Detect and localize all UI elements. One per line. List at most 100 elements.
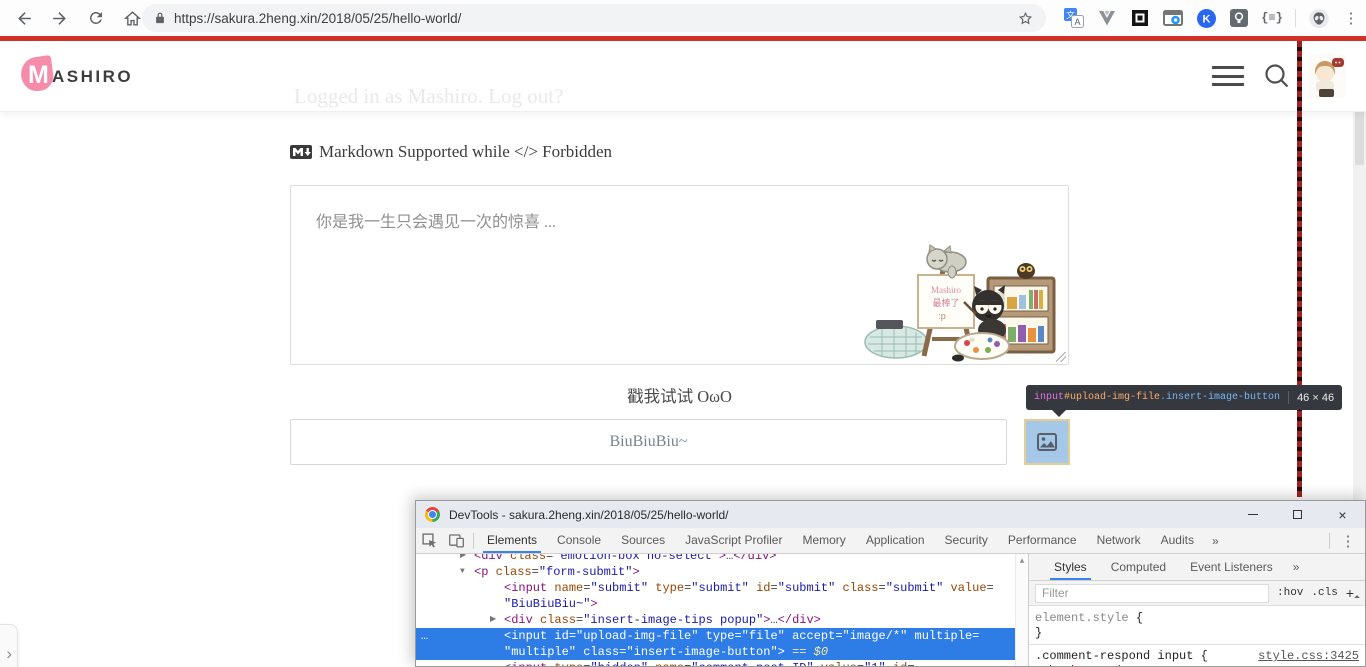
menu-hamburger-icon[interactable] bbox=[1212, 63, 1244, 89]
url-text[interactable]: https://sakura.2heng.xin/2018/05/25/hell… bbox=[174, 11, 1017, 26]
reload-icon[interactable] bbox=[80, 2, 112, 34]
qr-square-extension-icon[interactable] bbox=[1130, 8, 1150, 28]
comment-respond-rule[interactable]: .comment-respond input { style.css:3425 bbox=[1029, 644, 1365, 664]
devtools-tab-security[interactable]: Security bbox=[935, 528, 998, 553]
translate-extension-icon[interactable]: 文A bbox=[1064, 8, 1084, 28]
code-token: "1" bbox=[864, 661, 886, 666]
code-token: "submit" bbox=[885, 581, 944, 595]
markdown-icon bbox=[290, 145, 312, 159]
disclosure-arrow-icon[interactable]: ▼ bbox=[460, 564, 465, 580]
page-scrollbar[interactable] bbox=[1297, 41, 1302, 497]
code-token: class bbox=[532, 613, 577, 627]
elements-tree-row[interactable]: "multiple" class="insert-image-button"> … bbox=[416, 644, 1028, 660]
close-button[interactable]: × bbox=[1320, 501, 1365, 528]
devtools-tab-console[interactable]: Console bbox=[547, 528, 611, 553]
elements-panel: ▶ <div class="emotion-box no-select">…</d… bbox=[416, 554, 1028, 666]
browser-profile-avatar[interactable] bbox=[1309, 8, 1329, 28]
styles-filter-input[interactable] bbox=[1035, 583, 1269, 603]
code-token: </div> bbox=[733, 554, 777, 563]
search-icon[interactable] bbox=[1260, 59, 1294, 93]
code-token: <div bbox=[504, 613, 533, 627]
element-classes-toggle[interactable]: .cls bbox=[1311, 587, 1337, 599]
browser-menu-icon[interactable]: ⋮ bbox=[1342, 9, 1360, 27]
elements-tree-row[interactable]: <input name="submit" type="submit" id="s… bbox=[416, 580, 1028, 596]
forward-icon[interactable] bbox=[44, 2, 76, 34]
code-token: == $0 bbox=[784, 645, 829, 659]
code-token: = bbox=[907, 661, 914, 666]
braces-extension-icon[interactable]: {≡} bbox=[1261, 8, 1283, 28]
row-ellipsis-icon[interactable]: … bbox=[421, 628, 429, 644]
stylesheet-link[interactable]: style.css:3425 bbox=[1258, 649, 1359, 664]
pseudo-state-toggle[interactable]: :hov bbox=[1277, 587, 1303, 599]
devtools-tab-network[interactable]: Network bbox=[1087, 528, 1151, 553]
svg-text::p: :p bbox=[938, 311, 946, 321]
sidebar-tab-styles[interactable]: Styles bbox=[1042, 554, 1099, 580]
sidebar-expand-toggle[interactable]: › bbox=[0, 624, 18, 667]
bookmark-star-icon[interactable] bbox=[1017, 10, 1034, 27]
elements-tree-row[interactable]: <input type="hidden" name="comment_post_… bbox=[416, 660, 1028, 666]
devtools-menu-icon[interactable]: ⋮ bbox=[1339, 532, 1357, 550]
logo-text: ASHIRO bbox=[52, 67, 134, 86]
sidebar-tab-overflow-chevron[interactable]: » bbox=[1285, 560, 1308, 574]
address-bar[interactable]: https://sakura.2heng.xin/2018/05/25/hell… bbox=[142, 4, 1046, 32]
devtools-tab-sources[interactable]: Sources bbox=[611, 528, 675, 553]
device-toolbar-icon[interactable] bbox=[443, 528, 470, 553]
logged-in-status[interactable]: Logged in as Mashiro. Log out? bbox=[294, 84, 563, 109]
scroll-up-icon[interactable]: ▲ bbox=[1020, 557, 1025, 566]
disclosure-arrow-icon[interactable]: ▶ bbox=[460, 554, 466, 564]
devtools-tab-elements[interactable]: Elements bbox=[477, 528, 547, 553]
tab-overflow-chevron[interactable]: » bbox=[1204, 534, 1227, 548]
sidebar-tab-computed[interactable]: Computed bbox=[1099, 554, 1178, 580]
minimize-icon bbox=[1247, 514, 1258, 515]
devtools-tab-application[interactable]: Application bbox=[856, 528, 935, 553]
emotion-toggle-text[interactable]: 戳我试试 OωO bbox=[290, 383, 1069, 407]
devtools-tabbar: Elements Console Sources JavaScript Profile… bbox=[416, 528, 1365, 554]
devtools-tab-javascript-profiler[interactable]: JavaScript Profiler bbox=[675, 528, 792, 553]
lightbulb-extension-icon[interactable] bbox=[1229, 8, 1249, 28]
minimize-button[interactable] bbox=[1230, 501, 1275, 528]
elements-tree-row[interactable]: ▶ <div class="emotion-box no-select">…</d… bbox=[416, 554, 1028, 564]
k-extension-icon[interactable]: K bbox=[1196, 8, 1216, 28]
code-token: … bbox=[770, 613, 778, 627]
back-icon[interactable] bbox=[8, 2, 40, 34]
sidebar-tab-event-listeners[interactable]: Event Listeners bbox=[1178, 554, 1285, 580]
code-token: "form-submit" bbox=[538, 565, 633, 579]
textarea-resize-handle[interactable] bbox=[1056, 352, 1066, 362]
element-style-rule[interactable]: element.style { } bbox=[1029, 606, 1365, 641]
inspect-element-icon[interactable] bbox=[416, 528, 443, 553]
site-logo[interactable]: M ASHIRO bbox=[18, 54, 161, 99]
code-token: class bbox=[502, 554, 547, 563]
styles-sidebar-tabs: Styles Computed Event Listeners» bbox=[1029, 554, 1365, 581]
elements-tree-row[interactable]: ▼ <p class="form-submit"> bbox=[416, 564, 1028, 580]
code-token: "hidden" bbox=[590, 661, 648, 666]
user-avatar[interactable] bbox=[1308, 54, 1346, 98]
elements-tree-row[interactable]: "BiuBiuBiu~"> bbox=[416, 596, 1028, 612]
code-token: "multiple" bbox=[504, 645, 577, 659]
elements-tree-row[interactable]: ▶ <div class="insert-image-tips popup">…<… bbox=[416, 612, 1028, 628]
code-token: "comment_post_ID" bbox=[691, 661, 813, 666]
clipped-style-property: background: bbox=[1029, 664, 1365, 666]
code-token: class bbox=[576, 645, 620, 659]
vue-devtools-extension-icon[interactable] bbox=[1097, 8, 1117, 28]
code-token: = bbox=[734, 629, 742, 643]
devtools-tab-memory[interactable]: Memory bbox=[792, 528, 855, 553]
disclosure-arrow-icon[interactable]: ▶ bbox=[490, 612, 496, 628]
devtools-tab-audits[interactable]: Audits bbox=[1151, 528, 1204, 553]
devtools-window-title: DevTools - sakura.2heng.xin/2018/05/25/h… bbox=[449, 507, 729, 522]
comment-placeholder: 你是我一生只会遇见一次的惊喜 ... bbox=[316, 214, 557, 231]
tabbar-separator bbox=[473, 532, 474, 549]
svg-text:A: A bbox=[1074, 17, 1080, 27]
code-token: = bbox=[986, 581, 994, 595]
upload-image-button[interactable] bbox=[1024, 419, 1070, 465]
maximize-button[interactable] bbox=[1275, 501, 1320, 528]
tooltip-element-id: #upload-img-file bbox=[1064, 392, 1161, 403]
screenshot-extension-icon[interactable] bbox=[1163, 8, 1183, 28]
elements-scrollbar[interactable]: ▲ bbox=[1015, 554, 1028, 666]
devtools-tab-performance[interactable]: Performance bbox=[998, 528, 1087, 553]
devtools-titlebar[interactable]: DevTools - sakura.2heng.xin/2018/05/25/h… bbox=[416, 501, 1365, 528]
new-style-rule-button[interactable]: + bbox=[1346, 585, 1359, 601]
comment-textarea[interactable]: 你是我一生只会遇见一次的惊喜 ... Mashiro 最棒了 :p bbox=[290, 185, 1069, 365]
styles-sidebar: StylesComputedEvent Listeners» :hov .cls… bbox=[1029, 554, 1365, 666]
submit-comment-button[interactable]: BiuBiuBiu~ bbox=[290, 419, 1007, 465]
elements-tree-row[interactable]: … <input id="upload-img-file" type="file"… bbox=[416, 628, 1028, 644]
